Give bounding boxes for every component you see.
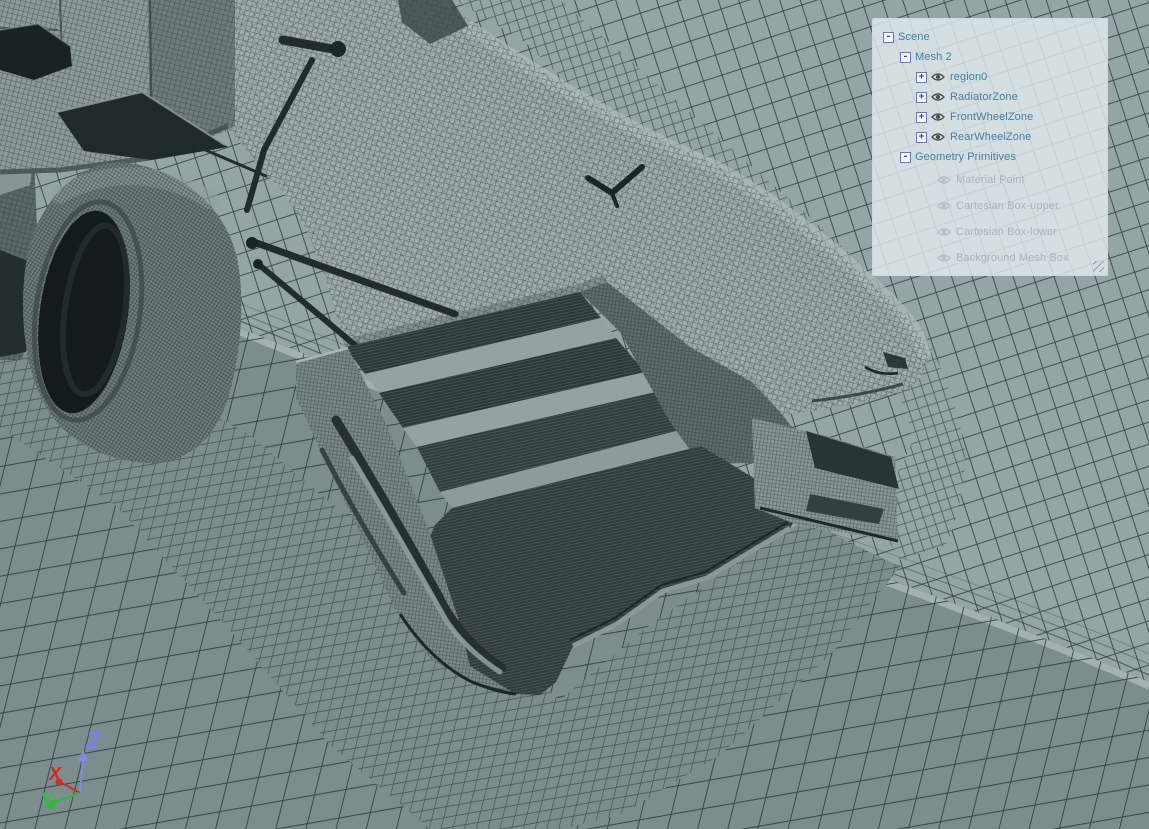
mesh-viewer-app: Z X Y - Scene - Mesh 2 + region0 + Radia… (0, 0, 1149, 829)
expand-icon[interactable]: + (916, 111, 927, 123)
tree-item-label[interactable]: RearWheelZone (950, 131, 1031, 143)
tree-item-background-mesh-box[interactable]: Background Mesh Box (873, 245, 1107, 271)
tree-item-mesh-2[interactable]: - Mesh 2 (873, 47, 1107, 67)
tree-item-cartesian-box-lower[interactable]: Cartesian Box-lower (873, 219, 1107, 245)
tree-item-label[interactable]: region0 (950, 71, 987, 83)
tree-item-label[interactable]: RadiatorZone (950, 91, 1018, 103)
tree-item-geometry-primitives[interactable]: - Geometry Primitives (873, 147, 1107, 167)
tree-item-label[interactable]: Mesh 2 (915, 51, 952, 63)
visibility-eye-icon[interactable] (931, 72, 945, 82)
tree-item-label[interactable]: Material Point (956, 174, 1025, 186)
axis-y-label: Y (40, 790, 55, 812)
visibility-eye-icon[interactable] (931, 92, 945, 102)
expand-icon[interactable]: + (916, 131, 927, 143)
tree-item-rearwheelzone[interactable]: + RearWheelZone (873, 127, 1107, 147)
panel-resize-handle[interactable] (1093, 261, 1104, 272)
collapse-icon[interactable]: - (883, 31, 894, 43)
tree-item-cartesian-box-upper[interactable]: Cartesian Box-upper (873, 193, 1107, 219)
axis-z-label: Z (85, 727, 101, 753)
tree-item-label[interactable]: Scene (898, 31, 930, 43)
visibility-eye-icon[interactable] (931, 112, 945, 122)
tree-item-label[interactable]: Geometry Primitives (915, 151, 1016, 163)
visibility-eye-icon-off[interactable] (937, 175, 951, 185)
axis-x-label: X (48, 764, 62, 784)
tree-item-region0[interactable]: + region0 (873, 67, 1107, 87)
collapse-icon[interactable]: - (900, 151, 911, 163)
visibility-eye-icon-off[interactable] (937, 253, 951, 263)
tree-item-label[interactable]: Background Mesh Box (956, 252, 1069, 264)
tree-item-scene[interactable]: - Scene (873, 27, 1107, 47)
tree-item-radiatorzone[interactable]: + RadiatorZone (873, 87, 1107, 107)
visibility-eye-icon[interactable] (931, 132, 945, 142)
visibility-eye-icon-off[interactable] (937, 227, 951, 237)
tree-item-label[interactable]: Cartesian Box-upper (956, 200, 1059, 212)
tree-item-material-point[interactable]: Material Point (873, 167, 1107, 193)
tree-item-label[interactable]: FrontWheelZone (950, 111, 1033, 123)
expand-icon[interactable]: + (916, 91, 927, 103)
visibility-eye-icon-off[interactable] (937, 201, 951, 211)
tree-item-frontwheelzone[interactable]: + FrontWheelZone (873, 107, 1107, 127)
collapse-icon[interactable]: - (900, 51, 911, 63)
scene-tree-panel: - Scene - Mesh 2 + region0 + RadiatorZon… (872, 18, 1108, 276)
expand-icon[interactable]: + (916, 71, 927, 83)
tree-item-label[interactable]: Cartesian Box-lower (956, 226, 1057, 238)
front-wheel[interactable] (21, 162, 242, 464)
